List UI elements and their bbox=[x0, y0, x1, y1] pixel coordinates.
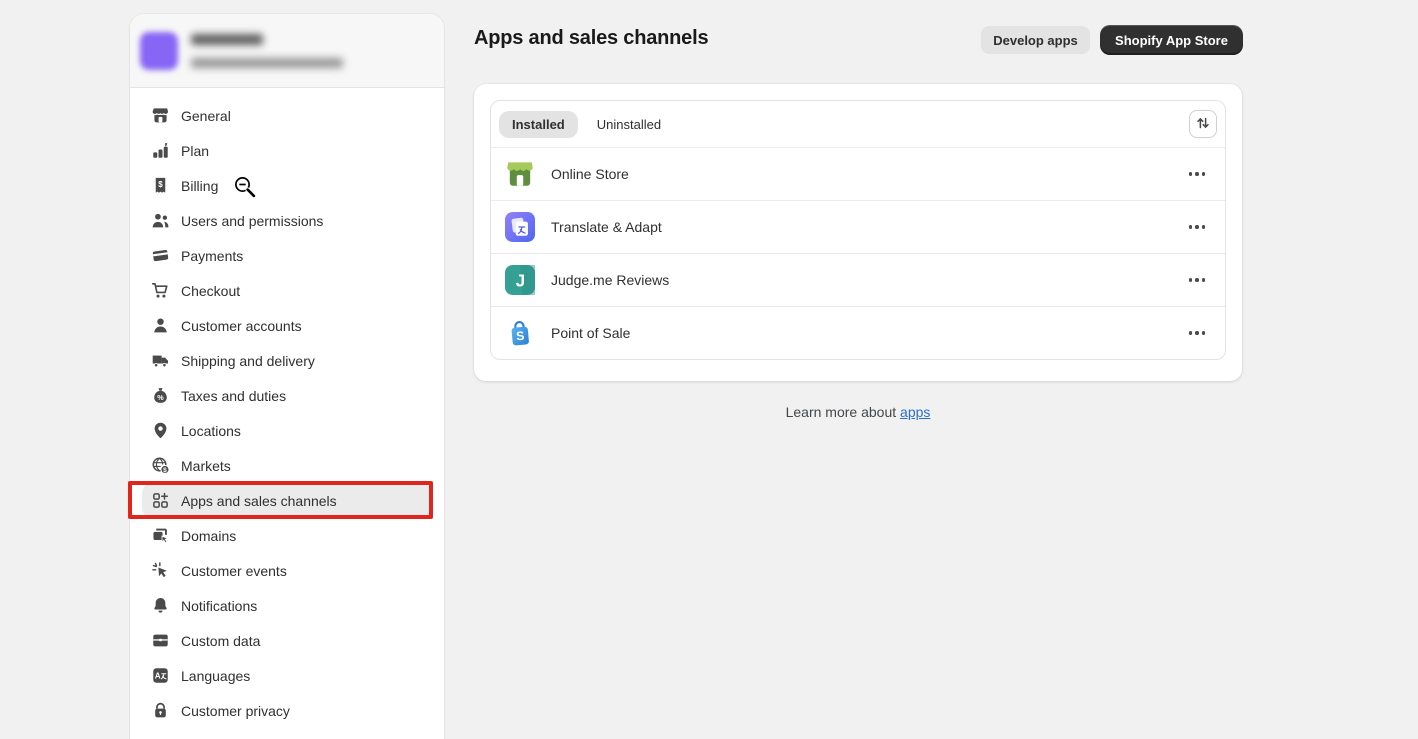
store-domain-redacted bbox=[191, 58, 343, 68]
svg-text:S: S bbox=[516, 329, 525, 344]
sidebar-item-taxes-and-duties[interactable]: % Taxes and duties bbox=[142, 378, 432, 413]
sidebar-item-label: Shipping and delivery bbox=[181, 353, 315, 369]
store-identity bbox=[191, 34, 343, 68]
data-box-icon bbox=[150, 631, 170, 651]
shopify-app-store-button[interactable]: Shopify App Store bbox=[1100, 25, 1243, 55]
sidebar-item-label: Customer privacy bbox=[181, 703, 290, 719]
sidebar-item-label: Locations bbox=[181, 423, 241, 439]
truck-icon bbox=[150, 351, 170, 371]
domains-icon bbox=[150, 526, 170, 546]
svg-text:J: J bbox=[516, 271, 526, 291]
sidebar-item-general[interactable]: General bbox=[142, 98, 432, 133]
sidebar-item-label: Plan bbox=[181, 143, 209, 159]
sidebar-item-label: Domains bbox=[181, 528, 236, 544]
users-icon bbox=[150, 211, 170, 231]
app-row-menu-button[interactable] bbox=[1183, 219, 1212, 235]
app-row-point-of-sale[interactable]: S Point of Sale bbox=[491, 306, 1225, 359]
app-row-judge-me-reviews[interactable]: J Judge.me Reviews bbox=[491, 253, 1225, 306]
sidebar-item-customer-events[interactable]: Customer events bbox=[142, 553, 432, 588]
app-row-online-store[interactable]: Online Store bbox=[491, 147, 1225, 200]
app-row-menu-button[interactable] bbox=[1183, 272, 1212, 288]
sidebar-item-plan[interactable]: Plan bbox=[142, 133, 432, 168]
sidebar-item-locations[interactable]: Locations bbox=[142, 413, 432, 448]
store-switcher[interactable] bbox=[130, 14, 444, 88]
learn-more-text: Learn more about apps bbox=[474, 404, 1242, 420]
svg-text:A: A bbox=[154, 672, 160, 681]
sidebar-item-apps-and-sales-channels[interactable]: Apps and sales channels bbox=[142, 483, 432, 518]
tab-installed[interactable]: Installed bbox=[499, 111, 578, 138]
app-name: Translate & Adapt bbox=[551, 219, 662, 235]
apps-list: Online Store Translate & Adapt J Judge.m… bbox=[491, 147, 1225, 359]
sidebar-item-label: Markets bbox=[181, 458, 231, 474]
sidebar-item-notifications[interactable]: Notifications bbox=[142, 588, 432, 623]
lock-icon bbox=[150, 701, 170, 721]
app-row-menu-button[interactable] bbox=[1183, 166, 1212, 182]
sidebar-item-checkout[interactable]: Checkout bbox=[142, 273, 432, 308]
online-store-app-icon bbox=[505, 159, 535, 189]
app-row-menu-button[interactable] bbox=[1183, 325, 1212, 341]
learn-more-prefix: Learn more about bbox=[786, 404, 897, 420]
apps-list-box: Installed Uninstalled O bbox=[490, 100, 1226, 360]
bell-icon bbox=[150, 596, 170, 616]
sidebar-item-label: Notifications bbox=[181, 598, 257, 614]
page-title: Apps and sales channels bbox=[474, 27, 708, 50]
sidebar-item-shipping-and-delivery[interactable]: Shipping and delivery bbox=[142, 343, 432, 378]
store-avatar bbox=[140, 32, 178, 70]
apps-card: Installed Uninstalled O bbox=[474, 84, 1242, 381]
apps-grid-icon bbox=[150, 491, 170, 511]
apps-tabs-row: Installed Uninstalled bbox=[491, 101, 1225, 147]
sidebar-item-label: Customer accounts bbox=[181, 318, 302, 334]
sidebar-item-label: Taxes and duties bbox=[181, 388, 286, 404]
settings-sidebar: General Plan $ Billing Users and permiss… bbox=[130, 14, 444, 739]
sort-arrows-icon bbox=[1194, 114, 1212, 135]
sidebar-item-domains[interactable]: Domains bbox=[142, 518, 432, 553]
sidebar-item-billing[interactable]: $ Billing bbox=[142, 168, 432, 203]
sidebar-item-users-and-permissions[interactable]: Users and permissions bbox=[142, 203, 432, 238]
globe-dollar-icon: $ bbox=[150, 456, 170, 476]
svg-text:$: $ bbox=[163, 467, 167, 474]
translate-icon: A bbox=[150, 666, 170, 686]
sidebar-item-label: Languages bbox=[181, 668, 250, 684]
cursor-click-icon bbox=[150, 561, 170, 581]
payments-icon bbox=[150, 246, 170, 266]
sidebar-item-payments[interactable]: Payments bbox=[142, 238, 432, 273]
sidebar-item-customer-accounts[interactable]: Customer accounts bbox=[142, 308, 432, 343]
app-name: Online Store bbox=[551, 166, 629, 182]
app-row-translate-adapt[interactable]: Translate & Adapt bbox=[491, 200, 1225, 253]
sidebar-item-label: Users and permissions bbox=[181, 213, 323, 229]
sidebar-item-custom-data[interactable]: Custom data bbox=[142, 623, 432, 658]
develop-apps-button[interactable]: Develop apps bbox=[981, 26, 1090, 54]
point-of-sale-app-icon: S bbox=[505, 318, 535, 348]
store-icon bbox=[150, 106, 170, 126]
judgeme-app-icon: J bbox=[505, 265, 535, 295]
svg-text:%: % bbox=[157, 393, 164, 402]
settings-page: { "store_header": { "redacted": true }, … bbox=[0, 0, 1418, 739]
person-icon bbox=[150, 316, 170, 336]
tab-uninstalled[interactable]: Uninstalled bbox=[584, 111, 674, 138]
sidebar-item-label: Checkout bbox=[181, 283, 240, 299]
sidebar-item-customer-privacy[interactable]: Customer privacy bbox=[142, 693, 432, 728]
sidebar-nav: General Plan $ Billing Users and permiss… bbox=[130, 88, 444, 738]
sidebar-item-languages[interactable]: A Languages bbox=[142, 658, 432, 693]
money-bag-icon: % bbox=[150, 386, 170, 406]
svg-text:$: $ bbox=[158, 180, 163, 189]
billing-icon: $ bbox=[150, 176, 170, 196]
sort-button[interactable] bbox=[1189, 110, 1217, 138]
sidebar-item-label: General bbox=[181, 108, 231, 124]
store-name-redacted bbox=[191, 34, 263, 45]
sidebar-item-label: Custom data bbox=[181, 633, 260, 649]
app-name: Point of Sale bbox=[551, 325, 630, 341]
sidebar-item-label: Apps and sales channels bbox=[181, 493, 337, 509]
app-name: Judge.me Reviews bbox=[551, 272, 669, 288]
map-pin-icon bbox=[150, 421, 170, 441]
apps-link[interactable]: apps bbox=[900, 404, 930, 420]
checkout-cart-icon bbox=[150, 281, 170, 301]
sidebar-item-label: Payments bbox=[181, 248, 243, 264]
sidebar-item-markets[interactable]: $ Markets bbox=[142, 448, 432, 483]
plan-icon bbox=[150, 141, 170, 161]
sidebar-item-label: Customer events bbox=[181, 563, 287, 579]
sidebar-item-label: Billing bbox=[181, 178, 218, 194]
translate-adapt-app-icon bbox=[505, 212, 535, 242]
